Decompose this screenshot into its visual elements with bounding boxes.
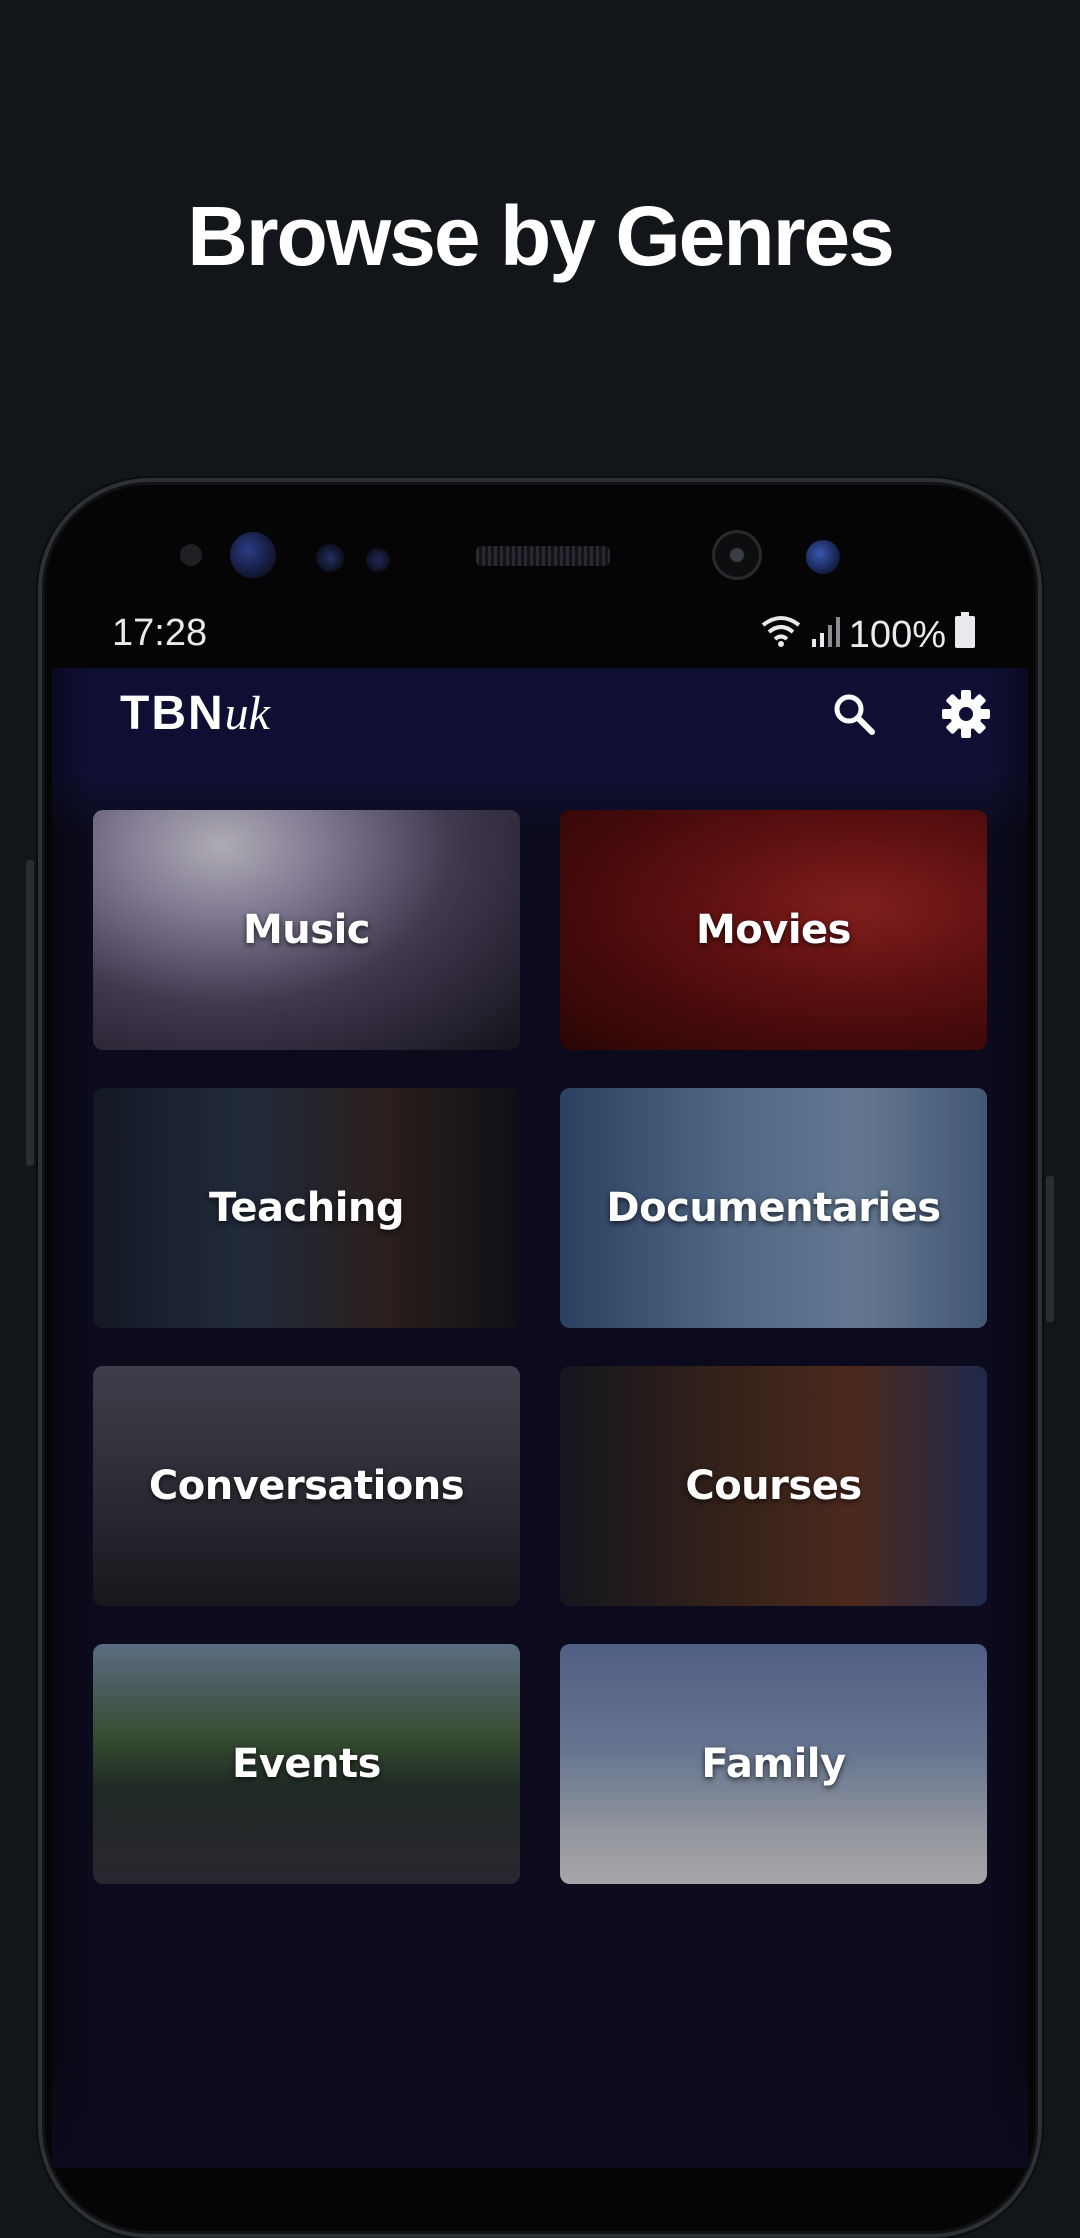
logo-main: TBN [120,687,225,740]
battery-icon [954,612,976,658]
app-bar: TBN uk [52,668,1028,774]
promo-headline: Browse by Genres [187,189,895,283]
genre-grid: Music Movies Teaching Documentaries Conv… [93,810,987,1884]
phone-volume-button [26,860,34,1166]
iris-sensor [806,540,840,574]
phone-power-button [1046,1176,1054,1322]
genre-tile-music[interactable]: Music [93,810,520,1050]
genre-label: Movies [695,907,852,953]
genre-tile-teaching[interactable]: Teaching [93,1088,520,1328]
iris-camera [712,530,762,580]
front-sensor [366,548,390,572]
genre-tile-conversations[interactable]: Conversations [93,1366,520,1606]
wifi-icon [759,613,803,657]
status-bar: 17:28 100% [52,600,1028,668]
screen-edge-shadow [988,668,1028,2168]
tbn-uk-logo[interactable]: TBN uk [120,686,270,741]
front-camera [230,532,276,578]
genre-tile-movies[interactable]: Movies [560,810,987,1050]
earpiece-speaker [476,546,610,566]
genre-label: Family [701,1741,846,1787]
front-sensor [180,544,202,566]
front-sensor [316,544,344,572]
battery-percent: 100% [848,613,946,656]
status-icons: 100% [759,612,976,658]
genre-label: Conversations [148,1463,465,1509]
app-screen: TBN uk Music Movies Teaching Documentari… [52,668,1028,2168]
status-time: 17:28 [112,612,208,654]
genre-label: Events [232,1741,381,1787]
genre-label: Documentaries [606,1185,941,1231]
genre-label: Music [242,907,371,953]
genre-tile-events[interactable]: Events [93,1644,520,1884]
genre-label: Courses [685,1463,862,1509]
genre-tile-documentaries[interactable]: Documentaries [560,1088,987,1328]
genre-label: Teaching [208,1185,405,1231]
logo-suffix: uk [224,687,270,740]
genre-tile-family[interactable]: Family [560,1644,987,1884]
signal-icon [811,614,841,657]
search-icon[interactable] [822,682,886,746]
screen-bottom-fade [52,2048,1028,2168]
genre-tile-courses[interactable]: Courses [560,1366,987,1606]
screen-edge-shadow [52,668,92,2168]
